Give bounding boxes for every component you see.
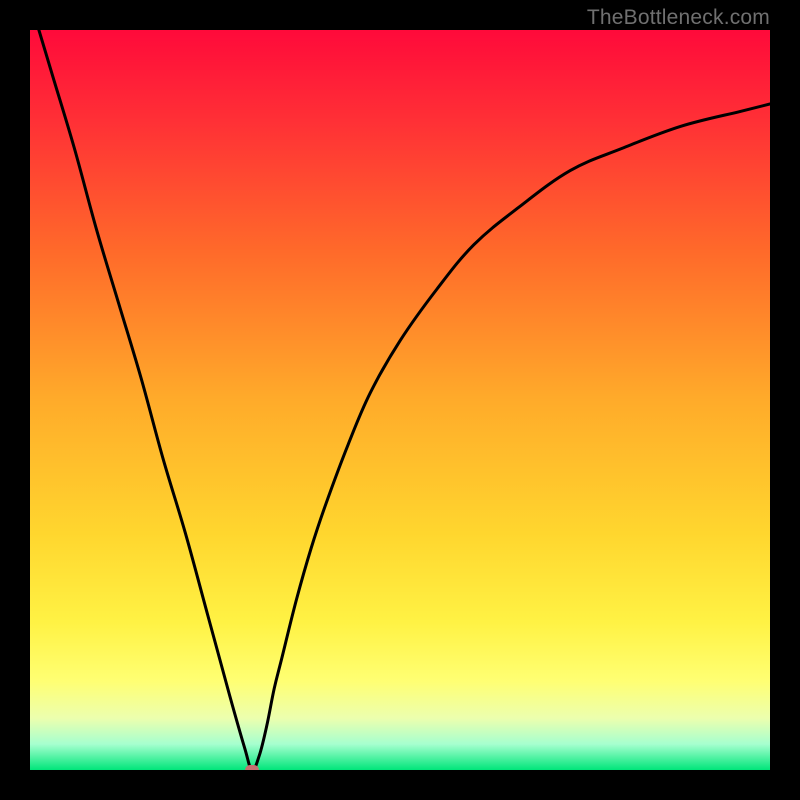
bottleneck-curve xyxy=(30,30,770,770)
optimum-marker xyxy=(245,765,259,770)
watermark-text: TheBottleneck.com xyxy=(587,6,770,30)
plot-area xyxy=(30,30,770,770)
chart-container: TheBottleneck.com xyxy=(0,0,800,800)
